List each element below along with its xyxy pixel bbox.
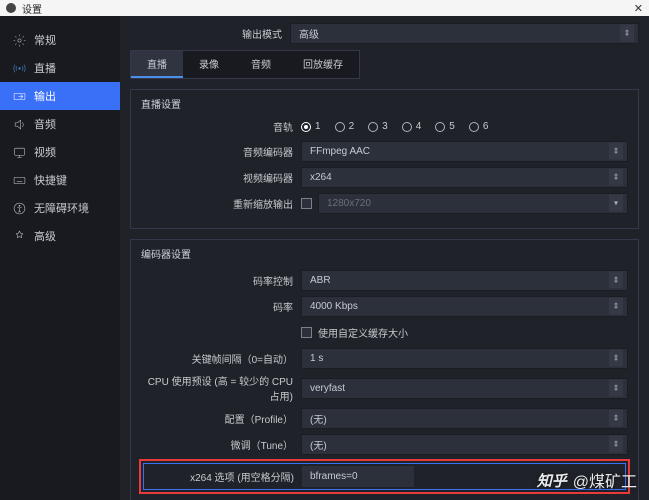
track-radios: 1 2 3 4 5 6: [301, 121, 488, 132]
encoder-settings-section: 编码器设置 码率控制 ABR ⇕ 码率 4000 Kbps ⇕: [130, 239, 639, 500]
updown-icon: ⇕: [609, 143, 623, 160]
monitor-icon: [12, 145, 26, 159]
rescale-checkbox[interactable]: [301, 198, 312, 209]
output-mode-label: 输出模式: [130, 26, 290, 41]
sidebar: 常规 直播 输出 音频 视频 快捷键 无障碍环境 高级: [0, 16, 120, 500]
zhihu-logo: 知乎: [537, 470, 567, 491]
rescale-label: 重新缩放输出: [141, 196, 301, 211]
keyint-input[interactable]: 1 s ⇕: [301, 348, 628, 369]
updown-icon: ⇕: [609, 350, 623, 367]
chevron-down-icon: ▾: [609, 195, 623, 212]
speaker-icon: [12, 117, 26, 131]
keyint-label: 关键帧间隔（0=自动）: [141, 351, 301, 366]
sidebar-item-advanced[interactable]: 高级: [0, 222, 120, 250]
sidebar-item-hotkeys[interactable]: 快捷键: [0, 166, 120, 194]
audio-encoder-select[interactable]: FFmpeg AAC ⇕: [301, 141, 628, 162]
sidebar-item-stream[interactable]: 直播: [0, 54, 120, 82]
watermark: 知乎 @煤矿工: [537, 468, 637, 492]
bitrate-input[interactable]: 4000 Kbps ⇕: [301, 296, 628, 317]
window-title: 设置: [22, 1, 634, 16]
tabs: 直播 录像 音频 回放缓存: [130, 50, 360, 79]
custom-buffer-label: 使用自定义缓存大小: [318, 325, 408, 340]
sidebar-item-accessibility[interactable]: 无障碍环境: [0, 194, 120, 222]
tab-live[interactable]: 直播: [131, 51, 183, 78]
output-mode-select[interactable]: 高级 ⇕: [290, 23, 639, 44]
cpu-preset-label: CPU 使用预设 (高 = 较少的 CPU占用): [141, 373, 301, 403]
updown-icon: ⇕: [609, 436, 623, 453]
video-encoder-label: 视频编码器: [141, 170, 301, 185]
tracks-label: 音轨: [141, 119, 301, 134]
updown-icon: ⇕: [620, 25, 634, 42]
track-radio-6[interactable]: 6: [469, 121, 489, 132]
sidebar-item-label: 无障碍环境: [34, 200, 89, 216]
close-icon[interactable]: ✕: [634, 2, 643, 15]
track-radio-1[interactable]: 1: [301, 121, 321, 132]
rescale-select[interactable]: 1280x720 ▾: [318, 193, 628, 214]
titlebar: 设置 ✕: [0, 0, 649, 16]
sidebar-item-label: 视频: [34, 144, 56, 160]
app-icon: [6, 3, 16, 13]
profile-label: 配置（Profile）: [141, 411, 301, 426]
antenna-icon: [12, 61, 26, 75]
sidebar-item-label: 快捷键: [34, 172, 67, 188]
watermark-user: @煤矿工: [573, 468, 637, 492]
x264-opts-label: x264 选项 (用空格分隔): [144, 469, 302, 484]
cpu-preset-select[interactable]: veryfast ⇕: [301, 378, 628, 399]
sidebar-item-label: 直播: [34, 60, 56, 76]
updown-icon: ⇕: [609, 169, 623, 186]
tab-audio[interactable]: 音频: [235, 51, 287, 78]
rate-control-label: 码率控制: [141, 273, 301, 288]
live-settings-section: 直播设置 音轨 1 2 3 4 5 6 音频编码器 FFmpeg AAC ⇕: [130, 89, 639, 229]
tools-icon: [12, 229, 26, 243]
track-radio-3[interactable]: 3: [368, 121, 388, 132]
keyboard-icon: [12, 173, 26, 187]
live-settings-title: 直播设置: [141, 96, 628, 111]
sidebar-item-video[interactable]: 视频: [0, 138, 120, 166]
sidebar-item-label: 输出: [34, 88, 56, 104]
custom-buffer-checkbox[interactable]: [301, 327, 312, 338]
sidebar-item-label: 高级: [34, 228, 56, 244]
video-encoder-select[interactable]: x264 ⇕: [301, 167, 628, 188]
audio-encoder-label: 音频编码器: [141, 144, 301, 159]
content-area: 输出模式 高级 ⇕ 直播 录像 音频 回放缓存 直播设置 音轨 1 2: [120, 16, 649, 500]
encoder-settings-title: 编码器设置: [141, 246, 628, 261]
track-radio-2[interactable]: 2: [335, 121, 355, 132]
profile-select[interactable]: (无) ⇕: [301, 408, 628, 429]
tune-label: 微调（Tune）: [141, 437, 301, 452]
x264-opts-input[interactable]: [302, 466, 414, 487]
updown-icon: ⇕: [609, 298, 623, 315]
updown-icon: ⇕: [609, 380, 623, 397]
tab-record[interactable]: 录像: [183, 51, 235, 78]
track-radio-5[interactable]: 5: [435, 121, 455, 132]
track-radio-4[interactable]: 4: [402, 121, 422, 132]
updown-icon: ⇕: [609, 272, 623, 289]
rate-control-select[interactable]: ABR ⇕: [301, 270, 628, 291]
sidebar-item-label: 常规: [34, 32, 56, 48]
accessibility-icon: [12, 201, 26, 215]
sidebar-item-label: 音频: [34, 116, 56, 132]
updown-icon: ⇕: [609, 410, 623, 427]
output-mode-value: 高级: [299, 26, 319, 41]
sidebar-item-general[interactable]: 常规: [0, 26, 120, 54]
tab-replay-buffer[interactable]: 回放缓存: [287, 51, 359, 78]
sidebar-item-output[interactable]: 输出: [0, 82, 120, 110]
bitrate-label: 码率: [141, 299, 301, 314]
tune-select[interactable]: (无) ⇕: [301, 434, 628, 455]
gear-icon: [12, 33, 26, 47]
sidebar-item-audio[interactable]: 音频: [0, 110, 120, 138]
output-icon: [12, 89, 26, 103]
